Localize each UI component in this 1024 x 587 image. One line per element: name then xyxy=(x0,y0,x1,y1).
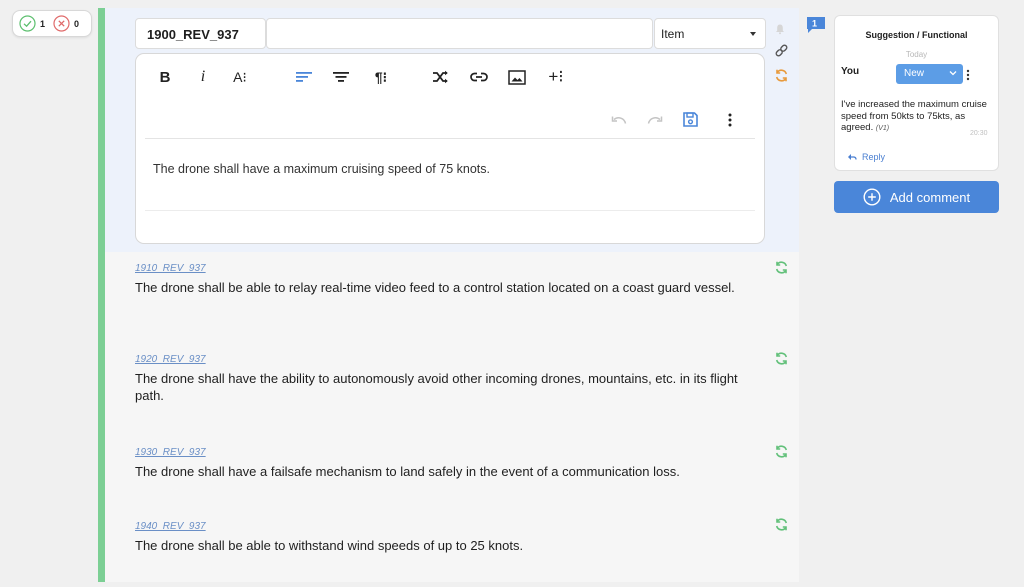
rich-text-editor: B i A⁝ ¶⁝ +⁝ The drone shall have a maxi… xyxy=(135,53,765,244)
reply-label: Reply xyxy=(862,152,886,162)
more-vertical-icon[interactable] xyxy=(726,111,734,129)
active-requirement: 1900_REV_937 Item B i A⁝ ¶⁝ +⁝ The drone… xyxy=(105,8,799,252)
editor-toolbar: B i A⁝ ¶⁝ +⁝ xyxy=(136,54,764,98)
font-size-button[interactable]: A⁝ xyxy=(230,68,250,86)
undo-icon[interactable] xyxy=(611,111,627,129)
comment-body: I've increased the maximum cruise speed … xyxy=(841,99,991,135)
paragraph-button[interactable]: ¶⁝ xyxy=(371,68,391,86)
requirement-id-field[interactable]: 1900_REV_937 xyxy=(135,18,266,49)
reply-button[interactable]: Reply xyxy=(847,152,885,162)
requirement-type-select[interactable]: Item xyxy=(654,18,766,49)
add-circle-icon xyxy=(863,188,881,206)
approval-widget: 1 0 xyxy=(12,10,92,37)
image-icon[interactable] xyxy=(508,68,526,86)
rejected-count: 0 xyxy=(74,18,80,29)
align-center-icon[interactable] xyxy=(333,68,350,86)
add-comment-button[interactable]: Add comment xyxy=(834,181,999,213)
editor-divider xyxy=(145,210,755,211)
link-icon[interactable] xyxy=(774,43,789,63)
requirement-text: The drone shall have the ability to auto… xyxy=(135,371,738,403)
bold-button[interactable]: B xyxy=(158,68,172,86)
sync-icon[interactable] xyxy=(774,260,789,280)
chevron-down-icon xyxy=(750,32,756,36)
comment-text: I've increased the maximum cruise speed … xyxy=(841,99,987,133)
link-icon[interactable] xyxy=(470,68,488,86)
insert-button[interactable]: +⁝ xyxy=(545,67,567,86)
requirement-id-link[interactable]: 1910_REV_937 xyxy=(135,263,775,274)
save-icon[interactable] xyxy=(682,110,699,128)
approved-icon[interactable] xyxy=(19,15,36,32)
chevron-down-icon xyxy=(948,68,958,81)
type-select-value: Item xyxy=(661,27,685,41)
requirement-id-link[interactable]: 1940_REV_937 xyxy=(135,521,775,532)
sync-icon[interactable] xyxy=(774,444,789,464)
requirements-panel: 1900_REV_937 Item B i A⁝ ¶⁝ +⁝ The drone… xyxy=(105,8,799,582)
redo-icon[interactable] xyxy=(647,111,663,129)
comment-author: You xyxy=(841,66,860,77)
requirement-text: The drone shall have a failsafe mechanis… xyxy=(135,464,680,479)
comment-category: Suggestion / Functional xyxy=(865,30,968,40)
sync-icon[interactable] xyxy=(774,351,789,371)
sync-icon[interactable] xyxy=(774,68,789,88)
shuffle-icon[interactable] xyxy=(432,68,450,86)
rejected-icon[interactable] xyxy=(53,15,70,32)
comment-version: (V1) xyxy=(875,125,890,132)
requirement-title-field[interactable] xyxy=(266,18,653,49)
comment-count: 1 xyxy=(812,19,817,29)
requirement-item[interactable]: 1910_REV_937 The drone shall be able to … xyxy=(135,263,775,296)
editor-divider xyxy=(145,138,755,139)
comment-day: Today xyxy=(905,50,928,59)
requirement-text: The drone shall be able to relay real-ti… xyxy=(135,280,735,295)
requirement-id-link[interactable]: 1920_REV_937 xyxy=(135,354,775,365)
status-bar xyxy=(98,8,105,582)
comment-count-badge[interactable]: 1 xyxy=(806,16,826,40)
add-comment-label: Add comment xyxy=(889,189,971,205)
editor-toolbar-secondary xyxy=(136,98,764,138)
comment-status-select[interactable]: New xyxy=(896,64,963,84)
sync-icon[interactable] xyxy=(774,517,789,537)
requirement-id-link[interactable]: 1930_REV_937 xyxy=(135,447,775,458)
align-left-icon[interactable] xyxy=(296,68,313,86)
reply-icon xyxy=(848,154,857,160)
comment-status-value: New xyxy=(904,68,925,79)
requirement-item[interactable]: 1920_REV_937 The drone shall have the ab… xyxy=(135,354,775,404)
italic-button[interactable]: i xyxy=(197,68,209,86)
approved-count: 1 xyxy=(40,18,46,29)
comment-card: Suggestion / Functional Today You New I'… xyxy=(834,15,999,171)
requirement-item[interactable]: 1930_REV_937 The drone shall have a fail… xyxy=(135,447,775,480)
requirement-text: The drone shall be able to withstand win… xyxy=(135,538,524,553)
editor-content[interactable]: The drone shall have a maximum cruising … xyxy=(153,162,490,176)
more-vertical-icon[interactable] xyxy=(966,68,970,86)
comment-time: 20:30 xyxy=(970,130,988,137)
bell-icon[interactable] xyxy=(774,22,786,40)
requirement-item[interactable]: 1940_REV_937 The drone shall be able to … xyxy=(135,521,775,554)
